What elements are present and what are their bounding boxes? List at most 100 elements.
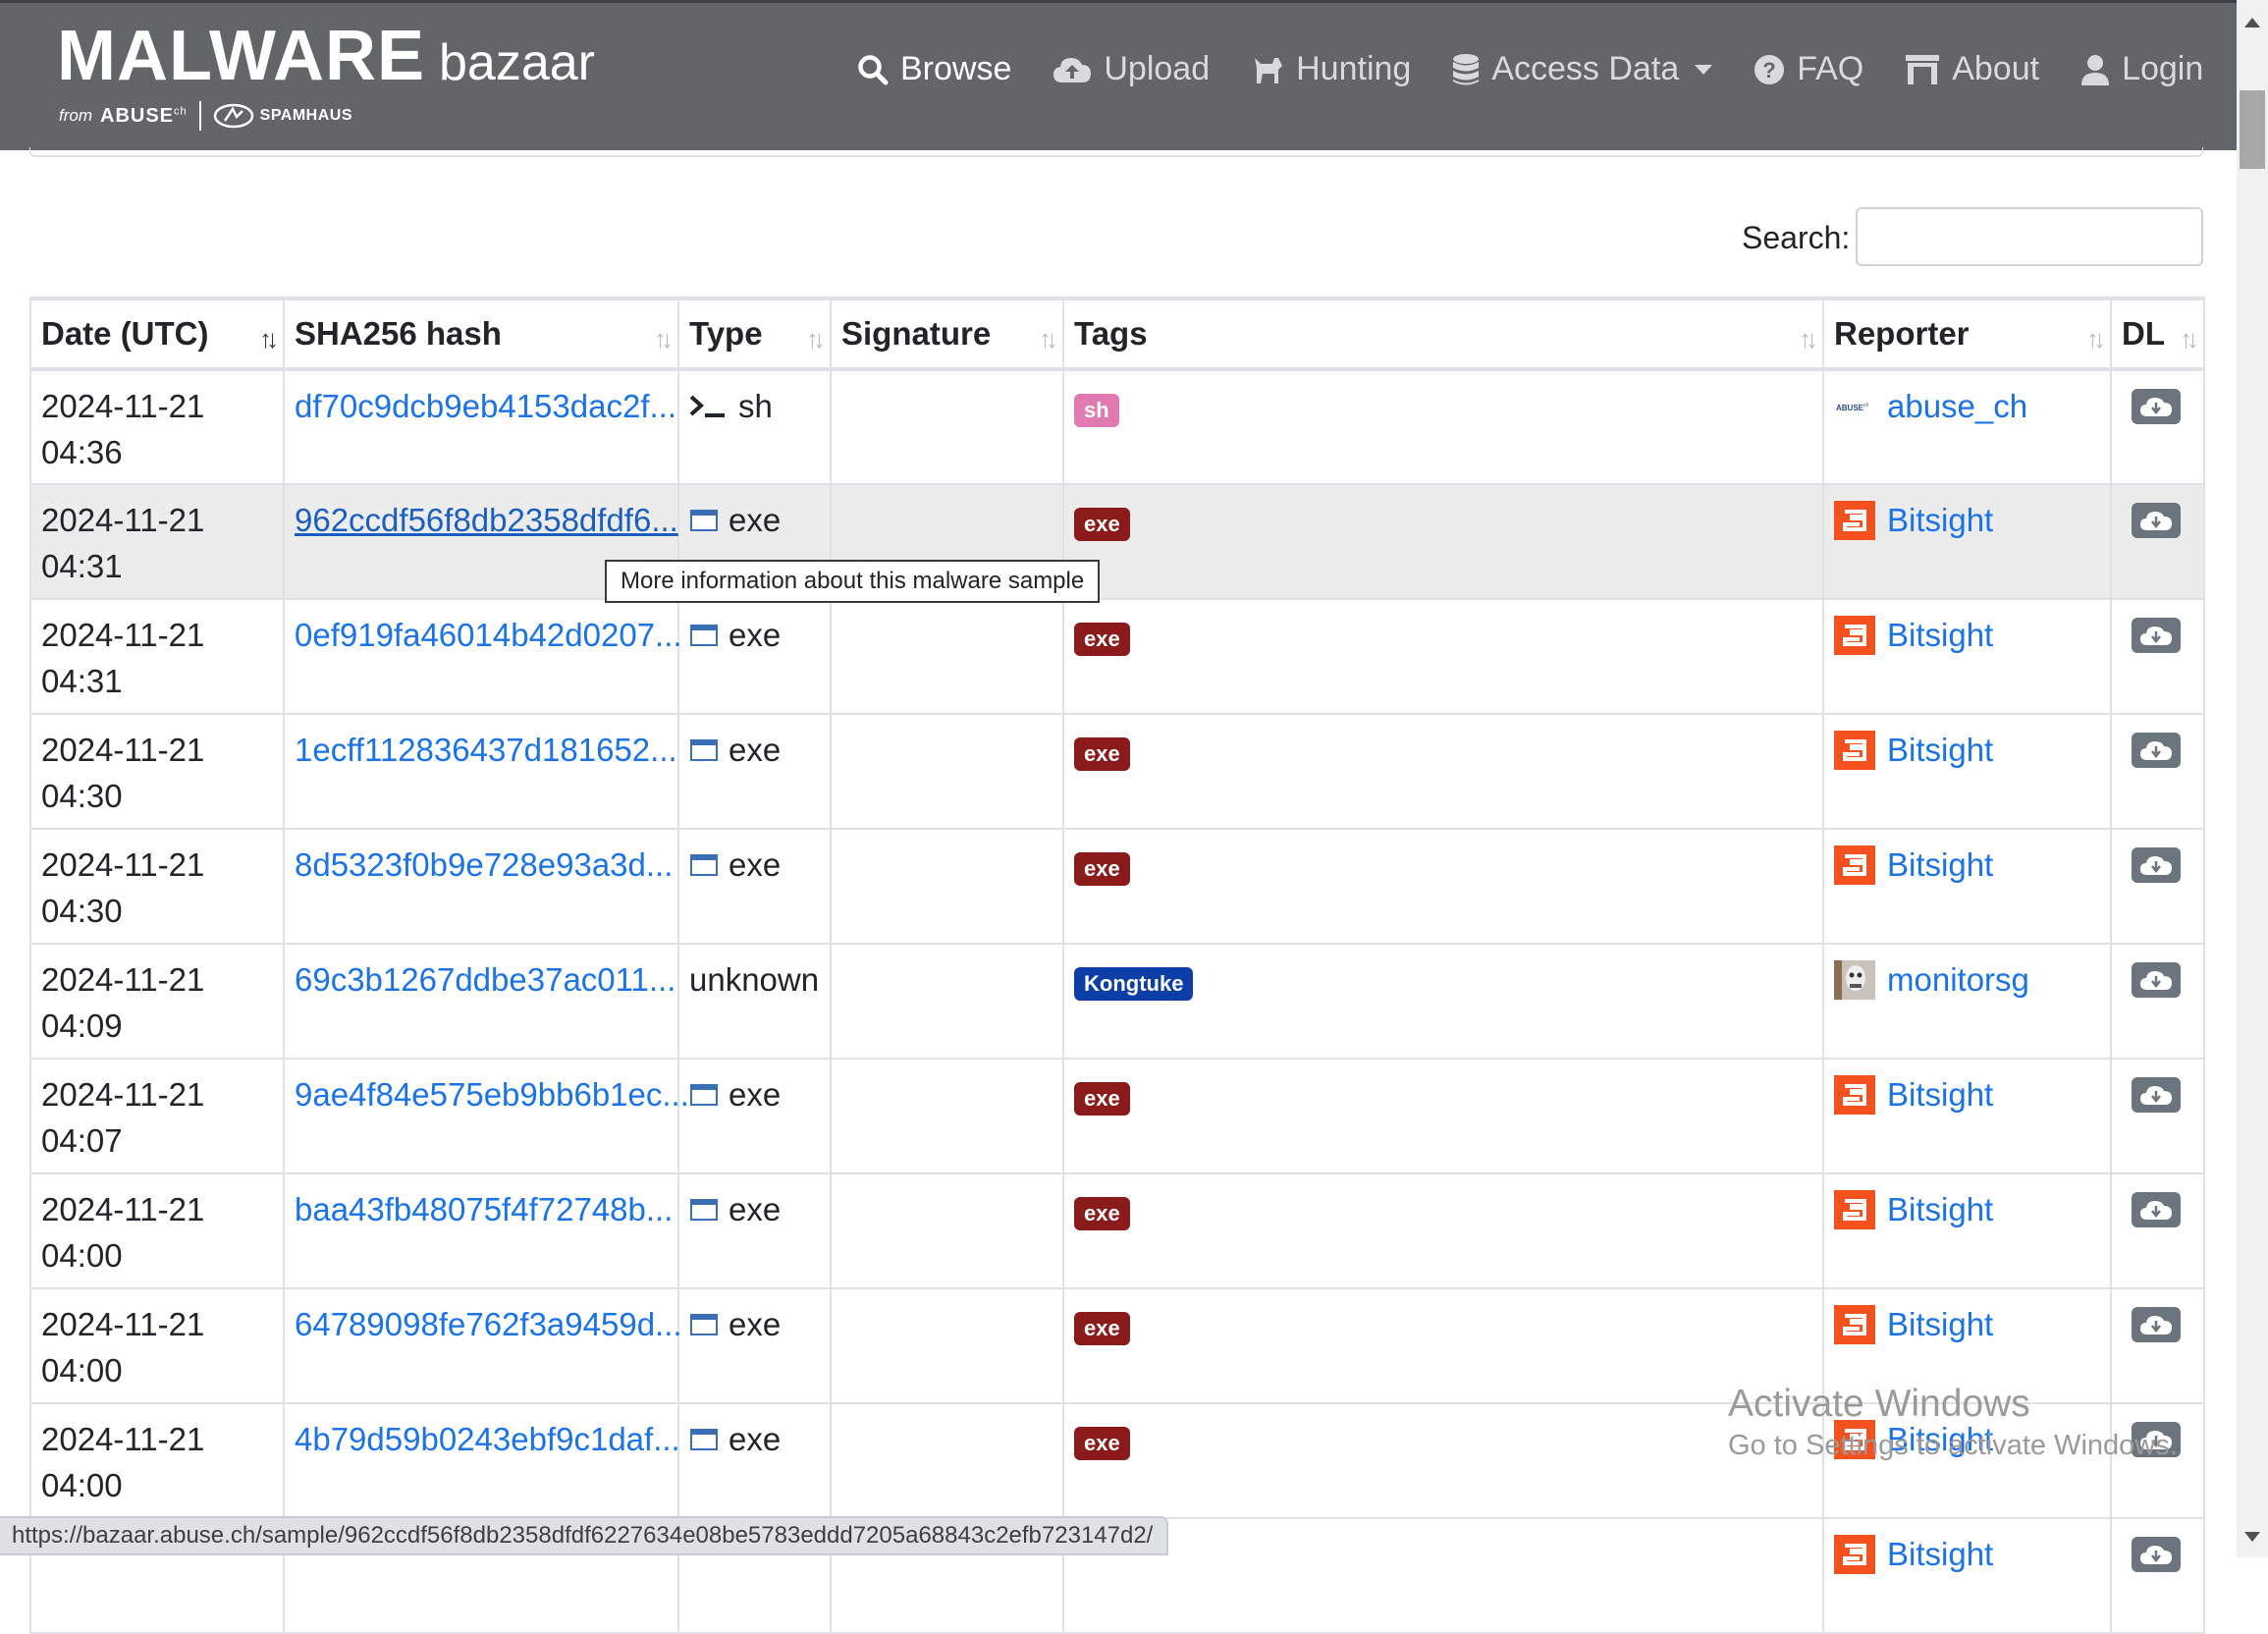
sort-icon: ↑↓ xyxy=(806,324,826,354)
tag-badge[interactable]: exe xyxy=(1074,1197,1130,1230)
reporter-link[interactable]: monitorsg xyxy=(1887,956,2029,1003)
reporter-link[interactable]: Bitsight xyxy=(1887,842,1993,888)
column-header-date[interactable]: Date (UTC) ↑↓ xyxy=(29,297,285,371)
cloud-upload-icon xyxy=(1053,57,1092,82)
reporter-link[interactable]: Bitsight xyxy=(1887,1531,1993,1577)
terminal-icon xyxy=(689,395,725,417)
cloud-download-icon xyxy=(2140,398,2172,416)
nav-upload[interactable]: Upload xyxy=(1053,50,1210,88)
column-header-tags[interactable]: Tags ↑↓ xyxy=(1062,297,1824,371)
monitorsg-avatar-icon xyxy=(1834,959,1875,1000)
tag-badge[interactable]: sh xyxy=(1074,394,1119,427)
sample-hash-link[interactable]: baa43fb48075f4f72748b... xyxy=(295,1191,673,1227)
nav-hunting[interactable]: Hunting xyxy=(1251,50,1411,88)
svg-text:ABUSE: ABUSE xyxy=(1836,404,1864,412)
download-button[interactable] xyxy=(2132,847,2181,883)
table-row[interactable]: 2024-11-21 04:30 1ecff112836437d181652...… xyxy=(29,713,2205,830)
reporter-link[interactable]: Bitsight xyxy=(1887,497,1993,543)
column-header-signature[interactable]: Signature ↑↓ xyxy=(830,297,1064,371)
download-button[interactable] xyxy=(2132,618,2181,653)
watermark-title: Activate Windows xyxy=(1728,1383,2030,1425)
type-cell: unknown xyxy=(677,943,832,1060)
nav-access-data[interactable]: Access Data xyxy=(1452,50,1713,88)
sample-hash-link[interactable]: 64789098fe762f3a9459d... xyxy=(295,1306,682,1342)
sample-hash-link[interactable]: df70c9dcb9eb4153dac2f... xyxy=(295,388,676,424)
nav-about[interactable]: About xyxy=(1905,50,2039,88)
tag-badge[interactable]: exe xyxy=(1074,852,1130,886)
reporter-link[interactable]: Bitsight xyxy=(1887,1186,1993,1232)
reporter-cell: Bitsight xyxy=(1822,1172,2112,1289)
page-scrollbar[interactable] xyxy=(2237,0,2268,1557)
date-cell: 2024-11-21 04:30 xyxy=(29,713,285,830)
sample-hash-link[interactable]: 4b79d59b0243ebf9c1daf... xyxy=(295,1421,680,1457)
date-cell: 2024-11-21 04:36 xyxy=(29,368,285,485)
reporter-cell: Bitsight xyxy=(1822,828,2112,945)
signature-cell xyxy=(830,943,1064,1060)
brand-logo[interactable]: MALWARE bazaar from ABUSEch SPAMHAUS xyxy=(57,17,595,131)
download-button[interactable] xyxy=(2132,389,2181,424)
table-row[interactable]: 2024-11-21 04:07 9ae4f84e575eb9bb6b1ec...… xyxy=(29,1058,2205,1174)
scroll-down-arrow-icon[interactable] xyxy=(2244,1532,2260,1542)
table-row[interactable]: 2024-11-21 04:00 baa43fb48075f4f72748b...… xyxy=(29,1172,2205,1289)
download-button[interactable] xyxy=(2132,503,2181,538)
sample-hash-link[interactable]: 0ef919fa46014b42d0207... xyxy=(295,617,682,653)
type-cell: exe xyxy=(677,598,832,715)
reporter-link[interactable]: abuse_ch xyxy=(1887,383,2027,429)
window-icon xyxy=(690,509,718,531)
table-row[interactable]: 2024-11-21 04:36 df70c9dcb9eb4153dac2f...… xyxy=(29,368,2205,485)
column-header-hash[interactable]: SHA256 hash ↑↓ xyxy=(283,297,679,371)
search-icon xyxy=(858,54,889,84)
sample-hash-link[interactable]: 1ecff112836437d181652... xyxy=(295,732,677,768)
tag-badge[interactable]: exe xyxy=(1074,508,1130,541)
download-button[interactable] xyxy=(2132,1077,2181,1113)
column-header-reporter[interactable]: Reporter ↑↓ xyxy=(1822,297,2112,371)
dl-cell xyxy=(2110,598,2205,715)
signature-cell xyxy=(830,1172,1064,1289)
download-button[interactable] xyxy=(2132,962,2181,998)
type-cell: exe xyxy=(677,1402,832,1519)
sample-hash-link[interactable]: 8d5323f0b9e728e93a3d... xyxy=(295,846,673,883)
table-row[interactable]: 2024-11-21 04:30 8d5323f0b9e728e93a3d... e… xyxy=(29,828,2205,945)
download-button[interactable] xyxy=(2132,1192,2181,1227)
download-button[interactable] xyxy=(2132,733,2181,768)
nav-login[interactable]: Login xyxy=(2080,50,2203,88)
sample-hash-link[interactable]: 962ccdf56f8db2358dfdf6... xyxy=(295,502,678,538)
tag-badge[interactable]: exe xyxy=(1074,737,1130,771)
nav-faq[interactable]: ? FAQ xyxy=(1754,50,1863,88)
scrollbar-thumb[interactable] xyxy=(2240,90,2265,169)
sample-date: 2024-11-21 04:31 xyxy=(41,617,205,699)
scroll-up-arrow-icon[interactable] xyxy=(2244,18,2260,27)
sample-hash-link[interactable]: 69c3b1267ddbe37ac011... xyxy=(295,961,675,998)
reporter-cell: monitorsg xyxy=(1822,943,2112,1060)
sample-hash-link[interactable]: 9ae4f84e575eb9bb6b1ec... xyxy=(295,1076,689,1113)
tag-badge[interactable]: exe xyxy=(1074,1082,1130,1116)
brand-main: MALWARE xyxy=(57,17,425,95)
nav-browse[interactable]: Browse xyxy=(857,50,1011,88)
date-cell: 2024-11-21 04:00 xyxy=(29,1402,285,1519)
tag-badge[interactable]: Kongtuke xyxy=(1074,967,1194,1001)
search-input[interactable] xyxy=(1856,207,2203,266)
cloud-download-icon xyxy=(2140,1201,2172,1220)
tag-badge[interactable]: exe xyxy=(1074,1312,1130,1345)
brand-from-text: from xyxy=(59,106,92,125)
tag-badge[interactable]: exe xyxy=(1074,623,1130,656)
tag-badge[interactable]: exe xyxy=(1074,1427,1130,1460)
reporter-cell: Bitsight xyxy=(1822,483,2112,600)
sort-icon: ↑↓ xyxy=(1799,324,1818,354)
reporter-link[interactable]: Bitsight xyxy=(1887,727,1993,773)
reporter-link[interactable]: Bitsight xyxy=(1887,612,1993,658)
table-row[interactable]: 2024-11-21 04:31 962ccdf56f8db2358dfdf6..… xyxy=(29,483,2205,600)
table-row[interactable]: 2024-11-21 04:31 0ef919fa46014b42d0207...… xyxy=(29,598,2205,715)
download-button[interactable] xyxy=(2132,1537,2181,1572)
column-header-type[interactable]: Type ↑↓ xyxy=(677,297,832,371)
cloud-download-icon xyxy=(2140,1546,2172,1564)
reporter-link[interactable]: Bitsight xyxy=(1887,1071,1993,1117)
reporter-link[interactable]: Bitsight xyxy=(1887,1301,1993,1347)
table-row[interactable]: 2024-11-21 04:09 69c3b1267ddbe37ac011... u… xyxy=(29,943,2205,1060)
column-header-dl[interactable]: DL ↑↓ xyxy=(2110,297,2205,371)
download-button[interactable] xyxy=(2132,1307,2181,1342)
sample-date: 2024-11-21 04:00 xyxy=(41,1191,205,1274)
bitsight-logo-icon xyxy=(1834,615,1875,655)
signature-cell xyxy=(830,1058,1064,1174)
tags-cell: Kongtuke xyxy=(1062,943,1824,1060)
